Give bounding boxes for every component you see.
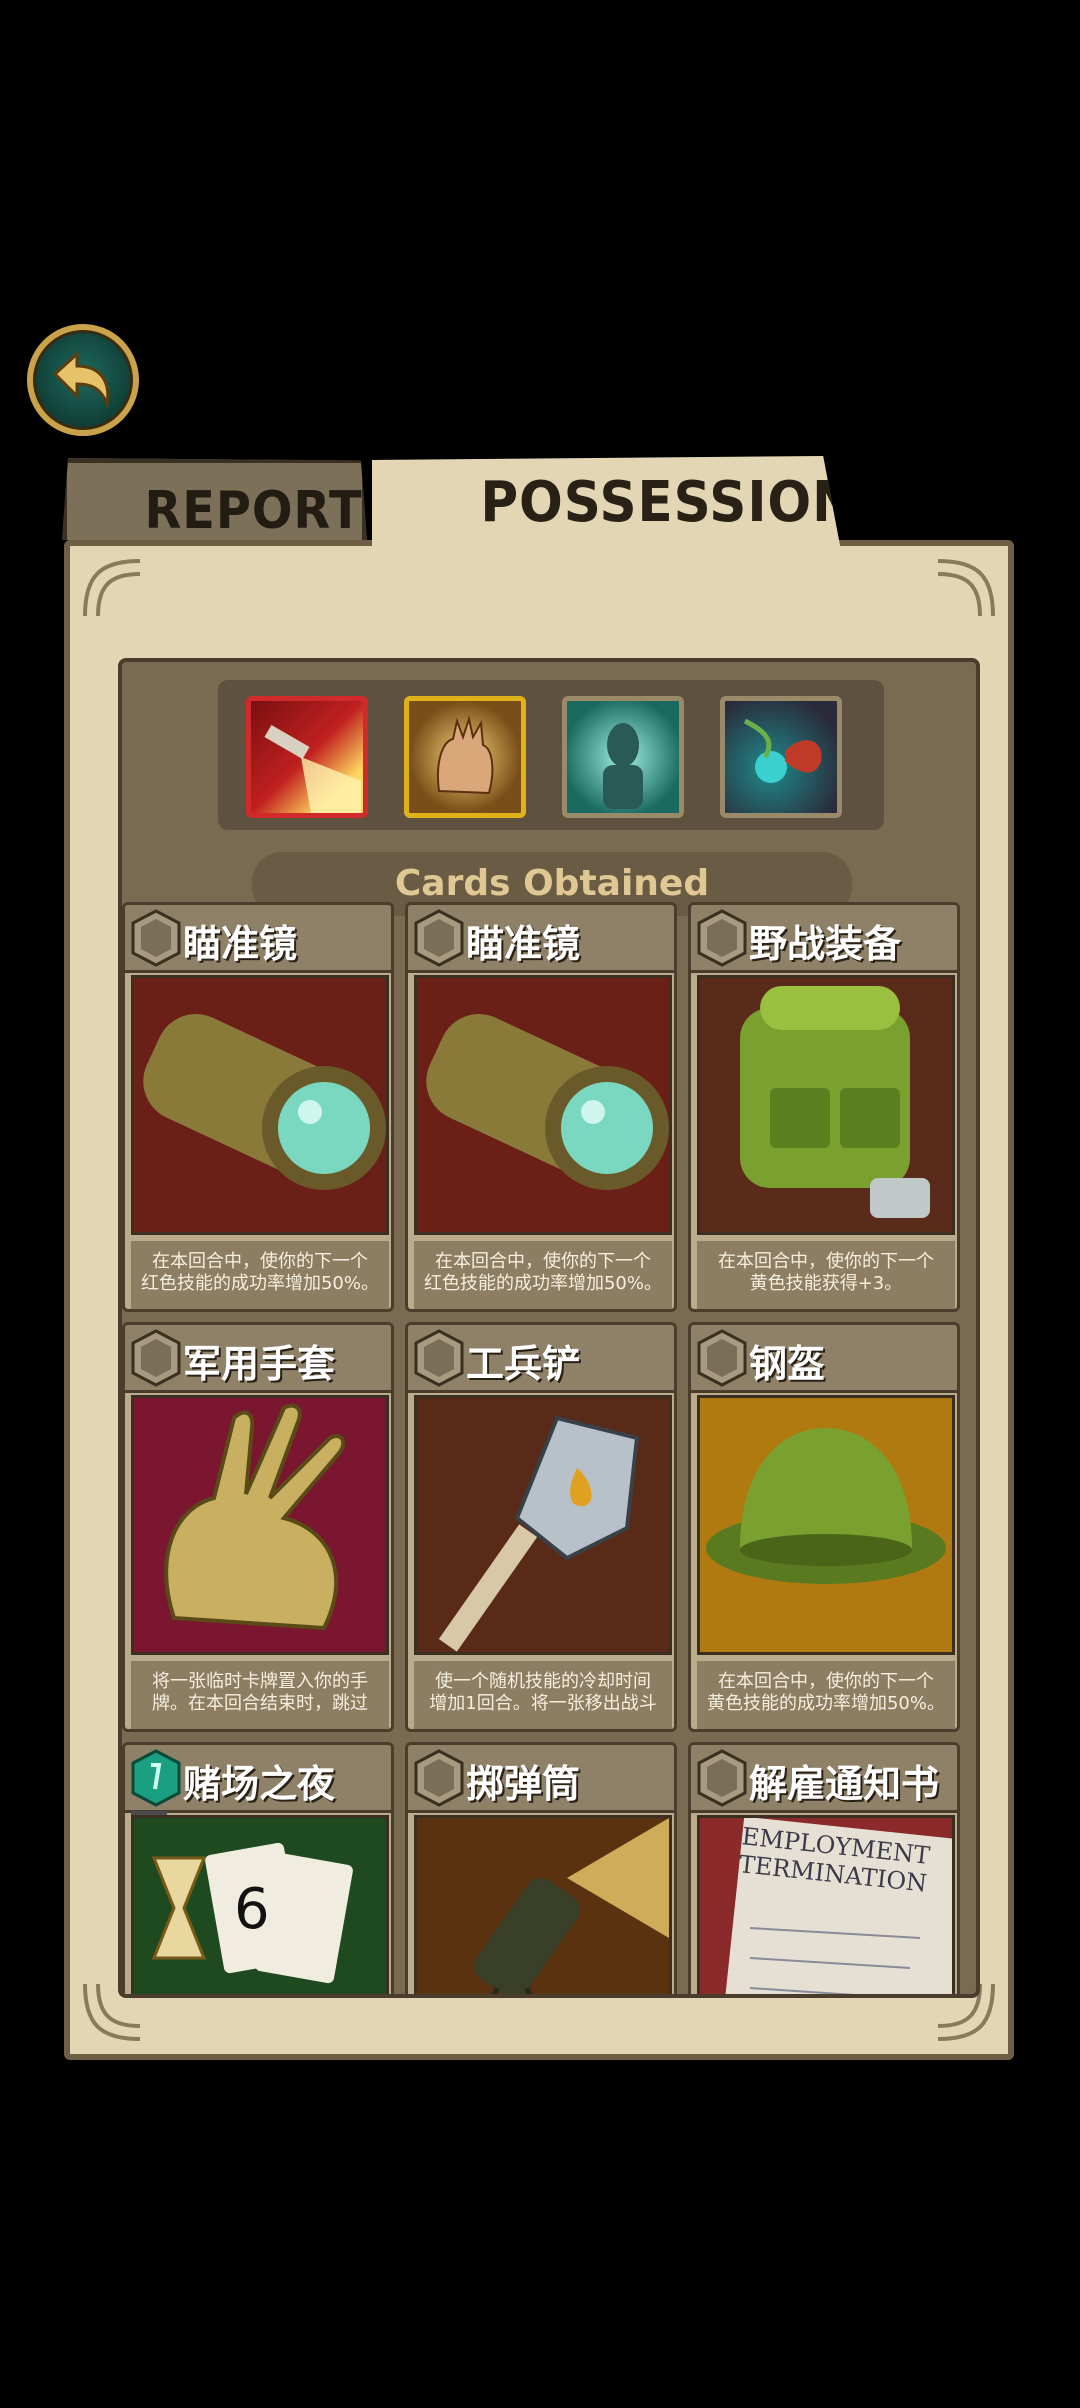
card-description-line-1: 在本回合中，使你的下一个 xyxy=(718,1671,934,1692)
ornament-corner-icon xyxy=(83,559,141,617)
card-title-bar: 解雇通知书 xyxy=(691,1745,957,1813)
ornament-corner-icon xyxy=(937,559,995,617)
card-rarity-gem-icon xyxy=(414,1749,464,1807)
card-title: 掷弹筒 xyxy=(466,1762,581,1806)
creature-icon xyxy=(743,718,822,783)
card-description: 在本回合中，使你的下一个 红色技能的成功率增加50%。 xyxy=(414,1241,672,1309)
scope-icon xyxy=(417,978,669,1232)
card-shovel[interactable]: 工兵铲使一个随机技能的冷却时间 增加1回合。将一张移出战斗 xyxy=(405,1322,677,1732)
backpack-icon xyxy=(700,978,952,1232)
cards-obtained-label: Cards Obtained xyxy=(394,863,710,904)
card-title: 工兵铲 xyxy=(466,1342,581,1386)
possession-content: Cards Obtained 瞄准镜 在本回合中，使你的下一个 红色技能的成功率增加… xyxy=(118,658,980,1998)
card-rarity-gem-icon xyxy=(414,909,464,967)
card-art xyxy=(131,975,389,1235)
card-title: 野战装备 xyxy=(749,922,902,966)
glowing-hand-icon xyxy=(437,715,494,795)
card-backpack[interactable]: 野战装备在本回合中，使你的下一个 黄色技能获得+3。 xyxy=(688,902,960,1312)
card-title-bar: 野战装备 xyxy=(691,905,957,973)
card-rarity-gem-icon xyxy=(414,1329,464,1387)
card-rarity-gem-icon xyxy=(131,909,181,967)
card-title: 赌场之夜 xyxy=(183,1762,336,1806)
back-arrow-icon xyxy=(52,350,110,410)
card-helmet[interactable]: 钢盔在本回合中，使你的下一个 黄色技能的成功率增加50%。 xyxy=(688,1322,960,1732)
card-rarity-gem-icon xyxy=(697,1329,747,1387)
card-description-line-2: 黄色技能的成功率增加50%。 xyxy=(706,1693,945,1714)
card-description-line-1: 在本回合中，使你的下一个 xyxy=(718,1251,934,1272)
helmet-icon xyxy=(700,1398,952,1652)
card-description-line-1: 使一个随机技能的冷却时间 xyxy=(435,1671,651,1692)
mortar-icon xyxy=(417,1818,669,1994)
relic-statue[interactable] xyxy=(562,696,684,818)
playing-cards-icon: 6 xyxy=(134,1818,386,1994)
card-title-bar: 瞄准镜 xyxy=(408,905,674,973)
statue-icon xyxy=(603,723,643,809)
shovel-icon xyxy=(417,1398,669,1652)
relic-bar xyxy=(218,680,884,830)
scope-icon xyxy=(134,978,386,1232)
glove-icon xyxy=(134,1398,386,1652)
card-title-bar: 瞄准镜 xyxy=(125,905,391,973)
card-mortar[interactable]: 掷弹筒 xyxy=(405,1742,677,1994)
card-description: 使一个随机技能的冷却时间 增加1回合。将一张移出战斗 xyxy=(414,1661,672,1729)
card-description: 在本回合中，使你的下一个 黄色技能获得+3。 xyxy=(697,1241,955,1309)
card-title-bar: 钢盔 xyxy=(691,1325,957,1393)
card-title: 瞄准镜 xyxy=(183,922,298,966)
card-art xyxy=(414,975,672,1235)
svg-text:6: 6 xyxy=(234,1877,270,1942)
card-title-bar: 掷弹筒 xyxy=(408,1745,674,1813)
card-termination-letter[interactable]: 解雇通知书 EMPLOYMENT TERMINATION xyxy=(688,1742,960,1994)
card-title-bar: 工兵铲 xyxy=(408,1325,674,1393)
card-scope[interactable]: 瞄准镜在本回合中，使你的下一个 红色技能的成功率增加50%。 xyxy=(405,902,677,1312)
card-rarity-gem-icon xyxy=(697,1749,747,1807)
card-description-line-2: 红色技能的成功率增加50%。 xyxy=(423,1273,662,1294)
card-description: 在本回合中，使你的下一个 黄色技能的成功率增加50%。 xyxy=(697,1661,955,1729)
flashlight-icon xyxy=(264,724,361,813)
green-gem-icon xyxy=(131,1749,181,1807)
relic-flashlight[interactable] xyxy=(246,696,368,818)
card-art: EMPLOYMENT TERMINATION xyxy=(697,1815,955,1994)
card-scope[interactable]: 瞄准镜在本回合中，使你的下一个 红色技能的成功率增加50%。 xyxy=(122,902,394,1312)
card-art xyxy=(697,1395,955,1655)
card-description-line-2: 黄色技能获得+3。 xyxy=(749,1273,903,1294)
card-description-line-1: 将一张临时卡牌置入你的手 xyxy=(152,1671,368,1692)
relic-creature[interactable] xyxy=(720,696,842,818)
card-art: 6 xyxy=(131,1815,389,1994)
card-art xyxy=(131,1395,389,1655)
tab-possession[interactable]: POSSESSION xyxy=(372,456,842,556)
card-title: 解雇通知书 xyxy=(749,1762,940,1806)
card-description-line-2: 红色技能的成功率增加50%。 xyxy=(140,1273,379,1294)
card-glove[interactable]: 军用手套将一张临时卡牌置入你的手 牌。在本回合结束时，跳过 xyxy=(122,1322,394,1732)
card-playing-cards[interactable]: 赌场之夜26 xyxy=(122,1742,394,1994)
card-rarity-gem-icon xyxy=(697,909,747,967)
card-art xyxy=(414,1395,672,1655)
card-rarity-gem-icon xyxy=(131,1329,181,1387)
tab-possession-label: POSSESSION xyxy=(480,470,857,535)
card-art xyxy=(414,1815,672,1994)
card-description-line-2: 增加1回合。将一张移出战斗 xyxy=(429,1693,657,1714)
relic-glowing-hand[interactable] xyxy=(404,696,526,818)
card-title: 钢盔 xyxy=(749,1342,826,1386)
card-title-bar: 军用手套 xyxy=(125,1325,391,1393)
card-description-line-1: 在本回合中，使你的下一个 xyxy=(435,1251,651,1272)
card-title: 瞄准镜 xyxy=(466,922,581,966)
back-button[interactable] xyxy=(27,324,139,436)
tab-report[interactable]: REPORT xyxy=(62,458,367,540)
possession-panel: Cards Obtained 瞄准镜 在本回合中，使你的下一个 红色技能的成功率增加… xyxy=(64,540,1014,2060)
card-description: 将一张临时卡牌置入你的手 牌。在本回合结束时，跳过 xyxy=(131,1661,389,1729)
card-description: 在本回合中，使你的下一个 红色技能的成功率增加50%。 xyxy=(131,1241,389,1309)
card-title-bar: 赌场之夜 xyxy=(125,1745,391,1813)
card-art xyxy=(697,975,955,1235)
card-title: 军用手套 xyxy=(183,1342,336,1386)
card-description-line-2: 牌。在本回合结束时，跳过 xyxy=(152,1693,368,1714)
tab-report-label: REPORT xyxy=(144,481,363,541)
card-description-line-1: 在本回合中，使你的下一个 xyxy=(152,1251,368,1272)
